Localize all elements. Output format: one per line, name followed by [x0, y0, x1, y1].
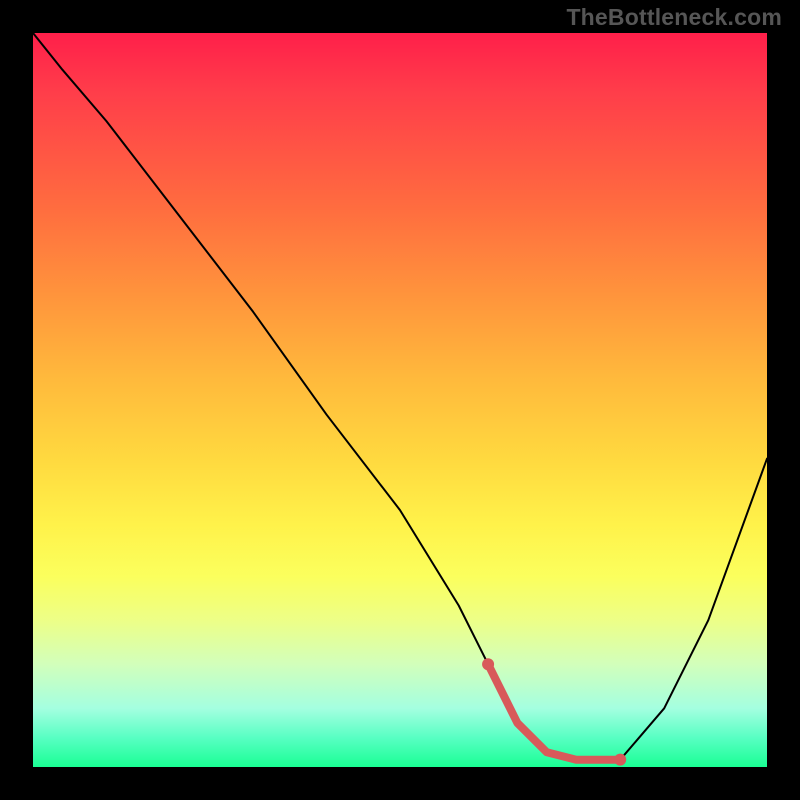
bottleneck-curve — [33, 33, 767, 760]
chart-plot-area — [33, 33, 767, 767]
watermark-text: TheBottleneck.com — [566, 4, 782, 31]
optimal-range-end-dot — [614, 754, 626, 766]
optimal-range-line — [488, 664, 620, 760]
chart-frame: TheBottleneck.com — [0, 0, 800, 800]
chart-svg — [33, 33, 767, 767]
optimal-range-start-dot — [482, 658, 494, 670]
